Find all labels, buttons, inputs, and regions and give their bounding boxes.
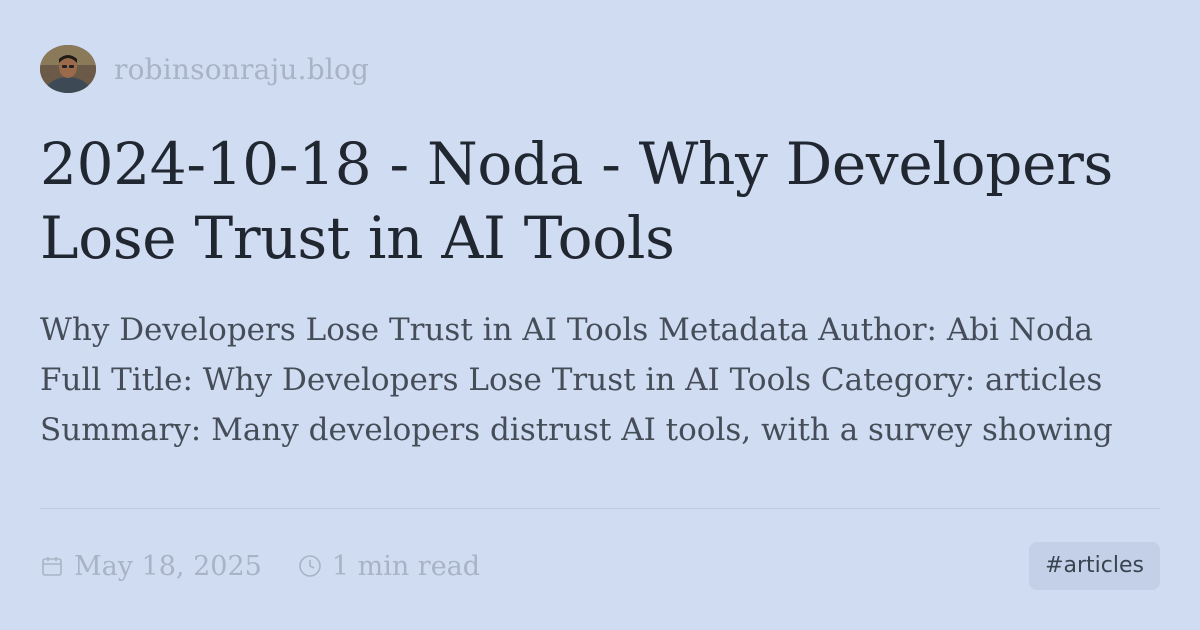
read-time: 1 min read — [298, 551, 480, 582]
site-header: robinsonraju.blog — [40, 45, 1160, 93]
post-date: May 18, 2025 — [40, 551, 262, 582]
post-title: 2024-10-18 - Noda - Why Developers Lose … — [40, 130, 1114, 272]
divider — [40, 508, 1160, 509]
post-meta: May 18, 2025 1 min read #articles — [40, 542, 1160, 590]
post-date-text: May 18, 2025 — [74, 550, 262, 582]
site-name[interactable]: robinsonraju.blog — [114, 53, 369, 86]
read-time-text: 1 min read — [331, 550, 481, 582]
calendar-icon — [40, 554, 64, 578]
tag-articles[interactable]: #articles — [1029, 542, 1160, 590]
clock-icon — [298, 554, 322, 578]
preview-card: robinsonraju.blog 2024-10-18 - Noda - Wh… — [40, 45, 1160, 605]
author-avatar — [40, 45, 96, 93]
excerpt-container: Why Developers Lose Trust in AI Tools Me… — [40, 305, 1160, 455]
post-excerpt: Why Developers Lose Trust in AI Tools Me… — [40, 312, 1113, 448]
